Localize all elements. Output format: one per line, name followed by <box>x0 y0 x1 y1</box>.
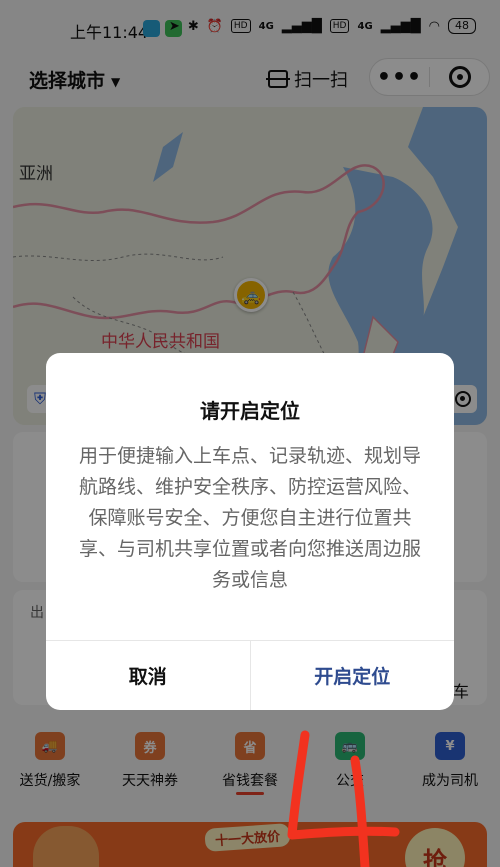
dialog-title: 请开启定位 <box>200 399 300 423</box>
dialog-message: 用于便捷输入上车点、记录轨迹、规划导航路线、维护安全秩序、防控运营风险、保障账号… <box>78 445 421 591</box>
cancel-button[interactable]: 取消 <box>46 641 251 710</box>
dialog-footer: 取消 开启定位 <box>46 640 454 710</box>
location-permission-dialog: 请开启定位 用于便捷输入上车点、记录轨迹、规划导航路线、维护安全秩序、防控运营风… <box>46 353 454 710</box>
enable-location-button[interactable]: 开启定位 <box>251 641 455 710</box>
